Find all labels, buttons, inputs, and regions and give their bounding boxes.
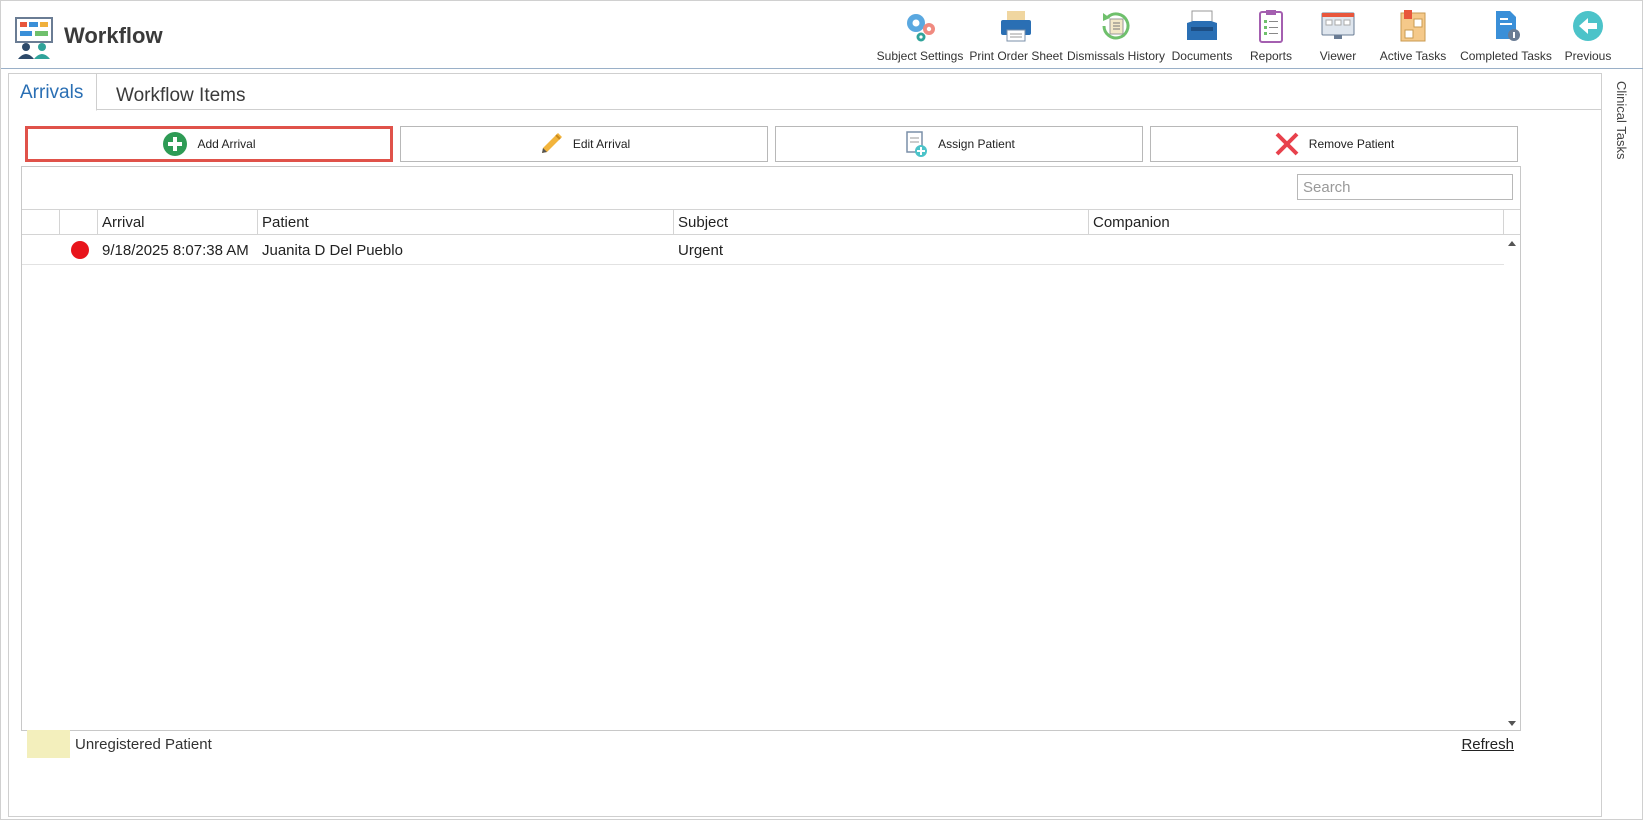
app-title: Workflow (64, 23, 163, 48)
clinical-tasks-label: Clinical Tasks (1614, 81, 1629, 160)
clinical-tasks-side-tab[interactable]: Clinical Tasks (1608, 73, 1638, 817)
arrivals-grid: Arrival Patient Subject Companion 9/18/2… (21, 166, 1521, 731)
toolbar-label: Subject Settings (876, 49, 964, 63)
tab-arrivals[interactable]: Arrivals (9, 74, 97, 111)
gears-icon (907, 14, 935, 42)
pencil-icon (541, 133, 562, 153)
documents-button[interactable]: Documents (1168, 9, 1236, 65)
unregistered-legend-label: Unregistered Patient (75, 736, 212, 753)
companion-cell (1089, 235, 1504, 264)
patient-cell: Juanita D Del Pueblo (262, 242, 403, 259)
column-header-status (60, 210, 98, 235)
assign-document-icon (906, 131, 928, 157)
back-arrow-icon (1573, 11, 1603, 41)
column-header-blank (22, 210, 60, 235)
unregistered-legend-swatch (27, 730, 70, 758)
remove-patient-label: Remove Patient (1308, 137, 1395, 151)
add-arrival-button[interactable]: Add Arrival (25, 126, 393, 162)
table-row[interactable]: 9/18/2025 8:07:38 AM Juanita D Del Puebl… (22, 235, 1504, 265)
main-panel: Arrivals Workflow Items Add Arrival Edit… (8, 73, 1602, 817)
arrival-cell: 9/18/2025 8:07:38 AM (102, 242, 249, 259)
column-header-companion[interactable]: Companion (1089, 210, 1504, 235)
reports-button[interactable]: Reports (1239, 9, 1303, 65)
assign-patient-button[interactable]: Assign Patient (775, 126, 1143, 162)
dismissals-history-button[interactable]: Dismissals History (1067, 9, 1165, 65)
search-input[interactable] (1297, 174, 1513, 200)
print-order-sheet-button[interactable]: Print Order Sheet (968, 9, 1064, 65)
column-header-subject[interactable]: Subject (674, 210, 1089, 235)
printer-icon (1001, 11, 1031, 42)
refresh-link[interactable]: Refresh (1461, 736, 1514, 753)
toolbar-label: Completed Tasks (1460, 49, 1552, 63)
monitor-icon (1321, 12, 1355, 39)
red-x-icon (1275, 132, 1299, 156)
completed-tasks-button[interactable]: Completed Tasks (1458, 9, 1554, 65)
active-tasks-button[interactable]: Active Tasks (1373, 9, 1453, 65)
inbox-icon (1187, 10, 1217, 40)
column-header-patient[interactable]: Patient (258, 210, 674, 235)
toolbar-label: Print Order Sheet (969, 49, 1063, 63)
tab-bar: Arrivals Workflow Items (9, 74, 1601, 111)
app-window: Workflow Subject Settings Print Order Sh… (0, 0, 1643, 820)
toolbar-label: Documents (1171, 49, 1233, 63)
viewer-button[interactable]: Viewer (1306, 9, 1370, 65)
assign-patient-label: Assign Patient (938, 137, 1015, 151)
tab-workflow-items[interactable]: Workflow Items (105, 83, 257, 120)
toolbar-label: Reports (1249, 49, 1293, 63)
subject-cell: Urgent (678, 242, 724, 259)
toolbar-label: Dismissals History (1067, 49, 1166, 63)
add-arrival-label: Add Arrival (197, 137, 256, 151)
task-board-icon (1400, 10, 1426, 42)
add-circle-icon (163, 132, 188, 156)
completed-document-icon (1496, 11, 1520, 41)
column-header-arrival[interactable]: Arrival (98, 210, 258, 235)
workflow-logo-icon (15, 17, 53, 59)
subject-settings-button[interactable]: Subject Settings (874, 9, 966, 65)
remove-patient-button[interactable]: Remove Patient (1150, 126, 1518, 162)
previous-button[interactable]: Previous (1557, 9, 1619, 65)
column-header-row: Arrival Patient Subject Companion (22, 209, 1520, 235)
clipboard-icon (1259, 10, 1283, 43)
vertical-scrollbar[interactable] (1504, 235, 1520, 730)
toolbar-label: Active Tasks (1379, 49, 1447, 63)
header: Workflow Subject Settings Print Order Sh… (1, 1, 1643, 69)
edit-arrival-button[interactable]: Edit Arrival (400, 126, 768, 162)
status-indicator-icon (71, 241, 89, 259)
history-icon (1102, 12, 1130, 40)
toolbar-label: Previous (1564, 49, 1612, 63)
scroll-down-icon[interactable] (1508, 721, 1516, 726)
edit-arrival-label: Edit Arrival (572, 137, 631, 151)
scroll-up-icon[interactable] (1508, 241, 1516, 246)
toolbar-label: Viewer (1319, 49, 1357, 63)
